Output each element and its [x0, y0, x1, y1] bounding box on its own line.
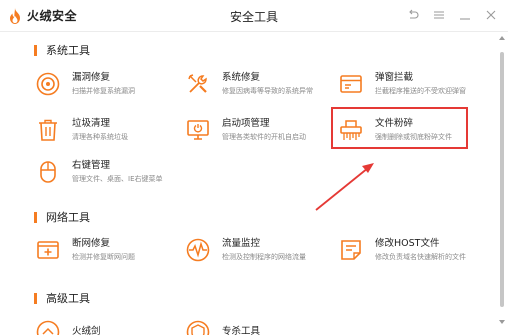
scroll-down-arrow-icon[interactable] [499, 320, 505, 324]
scrollbar-thumb[interactable] [500, 52, 504, 307]
vertical-scrollbar[interactable] [496, 32, 508, 335]
annotation-arrow [315, 163, 374, 211]
scroll-up-arrow-icon[interactable] [499, 36, 505, 40]
